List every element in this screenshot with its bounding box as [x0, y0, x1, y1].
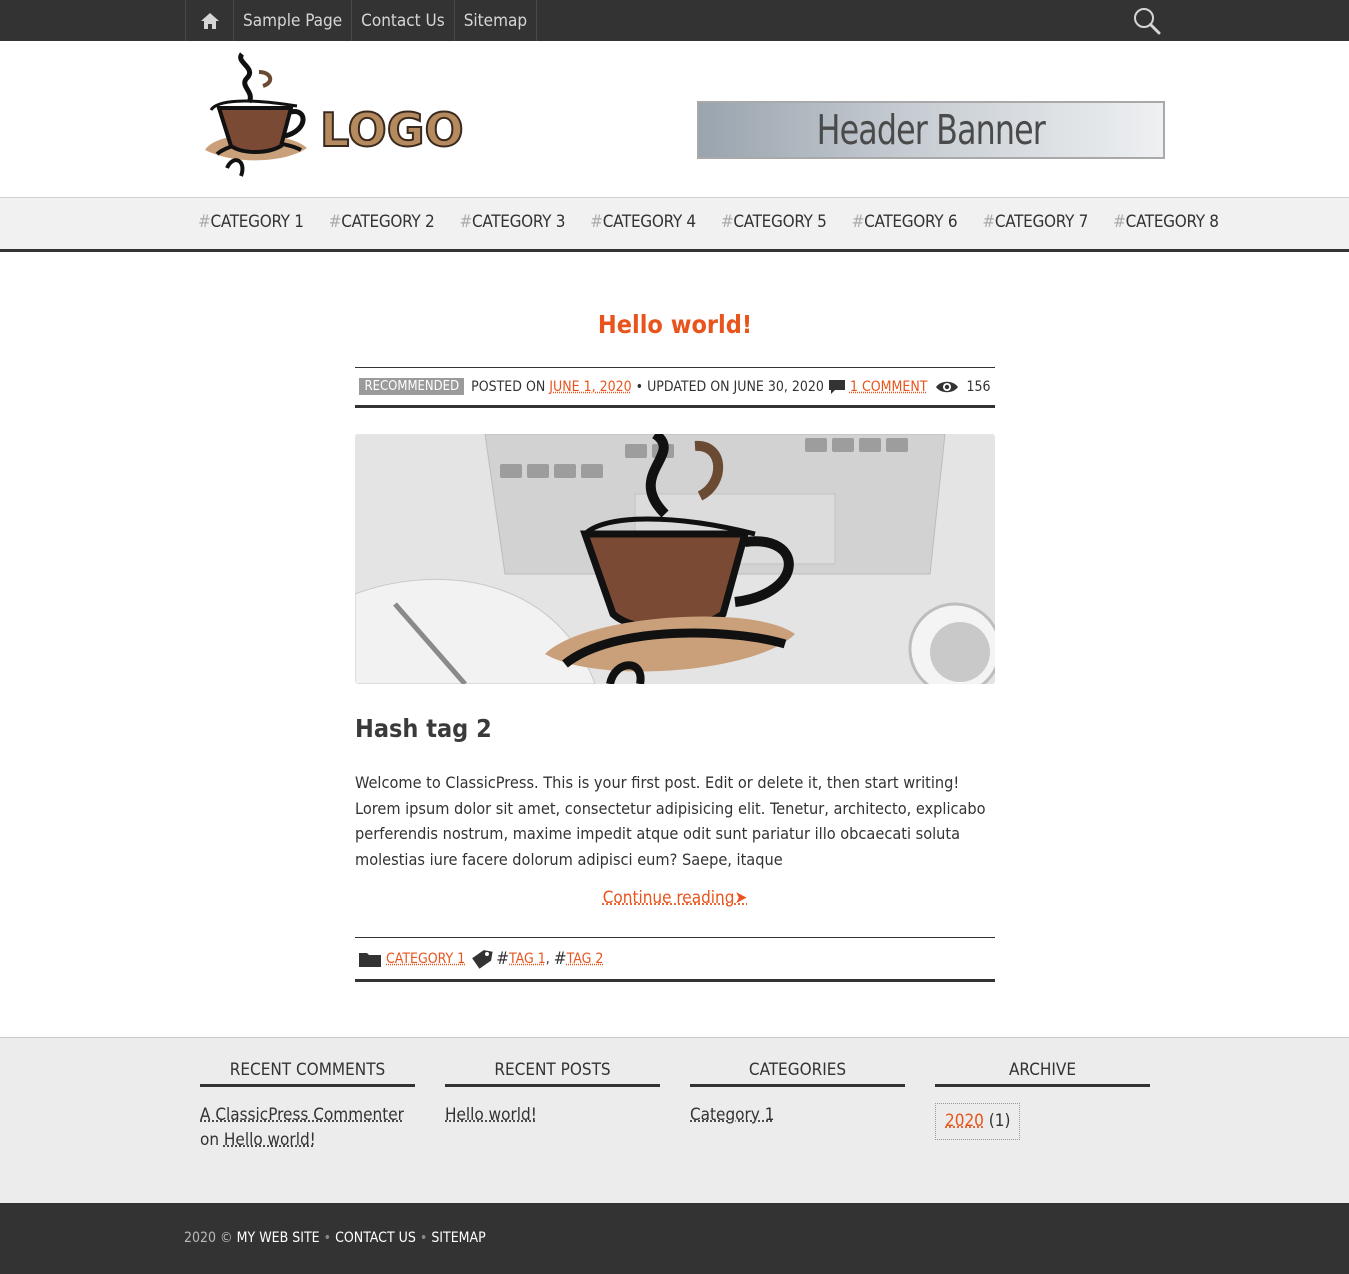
widget-categories: CATEGORIES Category 1	[690, 1060, 905, 1128]
category-nav-item-4[interactable]: #CATEGORY 4	[590, 212, 696, 232]
tag-link-2[interactable]: TAG 2	[567, 951, 604, 967]
comment-post-link[interactable]: Hello world!	[224, 1130, 316, 1150]
footer-site-link[interactable]: MY WEB SITE	[237, 1230, 320, 1246]
recent-post-link[interactable]: Hello world!	[445, 1105, 537, 1125]
tag-link-1[interactable]: TAG 1	[509, 951, 546, 967]
top-nav-sample-page[interactable]: Sample Page	[234, 0, 353, 41]
widget-archive: ARCHIVE 2020 (1)	[935, 1060, 1150, 1140]
archive-count: (1)	[988, 1111, 1011, 1131]
site-header: LOGO Header Banner	[0, 41, 1349, 198]
category-nav-item-8[interactable]: #CATEGORY 8	[1113, 212, 1219, 232]
comments-link[interactable]: 1 COMMENT	[850, 379, 928, 395]
continue-reading: Continue reading➤	[355, 888, 995, 908]
updated-text: • UPDATED ON JUNE 30, 2020	[635, 378, 824, 395]
comment-icon	[828, 379, 845, 394]
view-count: 156	[966, 378, 991, 395]
post-footer-meta: CATEGORY 1 # TAG 1, # TAG 2	[355, 937, 995, 982]
coffee-cup-logo-icon: LOGO	[205, 52, 465, 177]
post-category-link[interactable]: CATEGORY 1	[386, 951, 465, 967]
top-nav-sitemap[interactable]: Sitemap	[455, 0, 538, 41]
featured-image-graphic	[355, 434, 995, 684]
category-nav-item-1[interactable]: #CATEGORY 1	[198, 212, 304, 232]
widget-recent-comments: RECENT COMMENTS A ClassicPress Commenter…	[200, 1060, 415, 1153]
category-nav: #CATEGORY 1 #CATEGORY 2 #CATEGORY 3 #CAT…	[0, 198, 1349, 252]
top-nav: Sample Page Contact Us Sitemap	[185, 0, 538, 41]
post-title[interactable]: Hello world!	[355, 310, 995, 339]
widget-category-link[interactable]: Category 1	[690, 1105, 774, 1125]
tag-hash: #	[496, 948, 510, 969]
archive-year-link[interactable]: 2020	[945, 1111, 984, 1131]
category-nav-item-3[interactable]: #CATEGORY 3	[459, 212, 565, 232]
home-link[interactable]	[186, 0, 234, 41]
home-icon	[200, 12, 219, 29]
folder-icon	[359, 952, 381, 967]
tag-icon	[472, 949, 493, 969]
footer-contact-link[interactable]: CONTACT US	[335, 1230, 416, 1246]
continue-reading-link[interactable]: Continue reading➤	[603, 888, 748, 908]
top-bar: Sample Page Contact Us Sitemap	[0, 0, 1349, 41]
widget-title-recent-posts: RECENT POSTS	[445, 1060, 660, 1087]
recommended-badge: RECOMMENDED	[359, 378, 465, 395]
site-logo[interactable]: LOGO	[197, 50, 467, 182]
widget-title-categories: CATEGORIES	[690, 1060, 905, 1087]
footer-widgets: RECENT COMMENTS A ClassicPress Commenter…	[0, 1037, 1349, 1203]
header-banner[interactable]: Header Banner	[697, 101, 1165, 159]
post-subheading: Hash tag 2	[355, 714, 492, 743]
header-banner-text: Header Banner	[816, 106, 1046, 154]
copyright-text: 2020 ©	[184, 1230, 233, 1246]
tag-separator: ,	[545, 950, 554, 967]
comment-author-link[interactable]: A ClassicPress Commenter	[200, 1105, 404, 1125]
tag-hash: #	[553, 948, 567, 969]
widget-recent-posts: RECENT POSTS Hello world!	[445, 1060, 660, 1128]
top-nav-contact-us[interactable]: Contact Us	[352, 0, 455, 41]
eye-icon	[936, 381, 959, 392]
search-button[interactable]	[1131, 6, 1163, 36]
footer-sitemap-link[interactable]: SITEMAP	[431, 1230, 485, 1246]
category-nav-item-6[interactable]: #CATEGORY 6	[852, 212, 958, 232]
category-nav-item-7[interactable]: #CATEGORY 7	[982, 212, 1088, 232]
post-excerpt: Welcome to ClassicPress. This is your fi…	[355, 773, 986, 869]
featured-image[interactable]	[355, 434, 995, 684]
footer-dot: •	[419, 1230, 428, 1246]
comment-on-text: on	[200, 1130, 220, 1150]
search-icon	[1134, 8, 1161, 35]
archive-item: 2020 (1)	[935, 1103, 1021, 1140]
posted-on-label: POSTED ON	[471, 378, 546, 395]
site-footer: 2020 © MY WEB SITE • CONTACT US • SITEMAP	[0, 1203, 1349, 1274]
arrow-right-icon: ➤	[734, 888, 748, 908]
post-meta: RECOMMENDED POSTED ON JUNE 1, 2020 • UPD…	[355, 367, 995, 408]
category-nav-item-2[interactable]: #CATEGORY 2	[329, 212, 435, 232]
logo-text: LOGO	[320, 103, 464, 157]
category-nav-item-5[interactable]: #CATEGORY 5	[721, 212, 827, 232]
posted-date-link[interactable]: JUNE 1, 2020	[549, 379, 631, 395]
widget-title-archive: ARCHIVE	[935, 1060, 1150, 1087]
widget-title-recent-comments: RECENT COMMENTS	[200, 1060, 415, 1087]
footer-dot: •	[323, 1230, 332, 1246]
